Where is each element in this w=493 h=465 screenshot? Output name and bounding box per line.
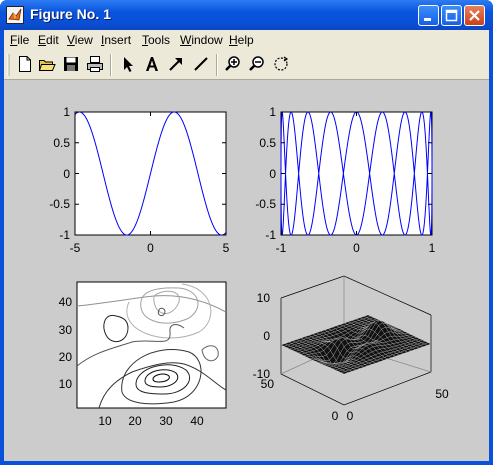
menu-help-label: elp [237, 33, 254, 47]
y-tick-label: 0 [269, 167, 276, 181]
title-bar[interactable]: Figure No. 1 [0, 0, 493, 30]
axes-edge [280, 275, 432, 316]
insert-line-button[interactable] [192, 55, 210, 73]
menu-help-mnemonic: H [229, 33, 238, 47]
z-tick-label: 0 [263, 329, 270, 343]
y-tick-label: 20 [59, 350, 73, 364]
figure-window: Figure No. 1 File Edit View Insert Tools… [0, 0, 493, 465]
select-tool-button[interactable] [119, 55, 137, 73]
subplot-sine[interactable]: -5 0 5 1 0.5 0 -0.5 -1 [49, 105, 229, 255]
zoom-out-icon [249, 56, 264, 71]
y-tick-label: 0 [63, 167, 70, 181]
menu-window[interactable]: Window [180, 33, 223, 47]
menu-edit-mnemonic: E [38, 33, 47, 47]
menu-insert-label: nsert [104, 33, 132, 47]
menu-insert[interactable]: Insert [101, 33, 131, 47]
x-tick-label: 40 [190, 414, 204, 428]
x-tick-label: 10 [98, 414, 112, 428]
figure-canvas: -5 0 5 1 0.5 0 -0.5 -1 -1 0 1 1 0.5 0 -0… [4, 80, 489, 461]
y-tick-label: 10 [59, 377, 73, 391]
insert-text-icon [146, 57, 158, 71]
window-title: Figure No. 1 [30, 6, 111, 22]
menu-tools[interactable]: Tools [142, 33, 170, 47]
x-tick-label: 1 [429, 241, 436, 255]
window-client-area: File Edit View Insert Tools Window Help [4, 30, 489, 461]
x-tick-label: 0 [147, 241, 154, 255]
menu-edit[interactable]: Edit [38, 33, 59, 47]
rotate-3d-button[interactable] [272, 55, 290, 73]
y-tick-label: -0.5 [255, 197, 276, 211]
insert-text-button[interactable] [143, 55, 161, 73]
open-folder-icon [38, 60, 56, 71]
open-button[interactable] [38, 55, 56, 73]
x-tick-label: 20 [128, 414, 142, 428]
minimize-icon [424, 18, 431, 21]
x-tick-label: 30 [159, 414, 173, 428]
menu-edit-label: dit [46, 33, 59, 47]
y-tick-label: 0 [332, 409, 339, 423]
y-tick-label: 0.5 [259, 136, 276, 150]
y-tick-label: 1 [63, 105, 70, 119]
menu-file-label: ile [17, 33, 30, 47]
zoom-in-button[interactable] [224, 55, 242, 73]
x-tick-label: 0 [347, 409, 354, 423]
x-tick-label: -1 [276, 241, 287, 255]
menu-file[interactable]: File [10, 33, 29, 47]
close-icon [469, 10, 480, 21]
save-icon [64, 57, 78, 71]
toolbar-separator [216, 54, 218, 76]
y-tick-label: 1 [269, 105, 276, 119]
rotate-icon [274, 56, 289, 71]
y-tick-label: 50 [261, 377, 275, 391]
close-button[interactable] [464, 5, 485, 26]
y-tick-label: -0.5 [49, 197, 70, 211]
menu-view-mnemonic: V [67, 33, 75, 47]
x-tick-label: 50 [435, 387, 449, 401]
y-tick-label: 40 [59, 295, 73, 309]
z-tick-label: 10 [257, 291, 271, 305]
subplot-lissajous[interactable]: -1 0 1 1 0.5 0 -0.5 -1 [255, 105, 435, 255]
axes-box [280, 111, 433, 236]
maximize-icon [445, 9, 458, 22]
toolbar-separator [110, 54, 112, 76]
figure-plots: -5 0 5 1 0.5 0 -0.5 -1 -1 0 1 1 0.5 0 -0… [49, 105, 449, 428]
matlab-icon[interactable] [6, 6, 24, 24]
y-tick-label: -1 [265, 228, 276, 242]
menu-bar: File Edit View Insert Tools Window Help [4, 30, 489, 49]
menu-view-label: iew [74, 33, 93, 47]
zoom-in-icon [225, 56, 240, 71]
toolbar-grip[interactable] [7, 53, 11, 77]
maximize-button[interactable] [441, 5, 462, 26]
insert-line-icon [194, 57, 208, 71]
x-tick-label: 5 [223, 241, 230, 255]
minimize-button[interactable] [418, 5, 439, 26]
save-button[interactable] [62, 55, 80, 73]
select-arrow-icon [124, 57, 133, 72]
menu-window-mnemonic: W [180, 33, 192, 47]
y-tick-label: -1 [59, 228, 70, 242]
insert-arrow-icon [169, 58, 182, 71]
axes-box [76, 281, 227, 409]
print-icon [87, 56, 103, 72]
menu-view[interactable]: View [67, 33, 93, 47]
subplot-surface[interactable]: 10 0 -10 50 0 0 50 [253, 275, 449, 423]
x-tick-label: 0 [353, 241, 360, 255]
menu-tools-label: ools [148, 33, 171, 47]
y-tick-label: 0.5 [53, 136, 70, 150]
menu-window-label: indow [191, 33, 223, 47]
x-tick-label: -5 [70, 241, 81, 255]
y-tick-label: 30 [59, 323, 73, 337]
print-button[interactable] [86, 55, 104, 73]
menu-help[interactable]: Help [229, 33, 254, 47]
new-figure-icon [19, 56, 31, 72]
matlab-logo [8, 8, 22, 21]
new-figure-button[interactable] [16, 55, 34, 73]
subplot-contour[interactable]: 10 20 30 40 40 30 20 10 [59, 281, 227, 428]
insert-arrow-button[interactable] [167, 55, 185, 73]
toolbar [4, 49, 489, 80]
zoom-out-button[interactable] [248, 55, 266, 73]
